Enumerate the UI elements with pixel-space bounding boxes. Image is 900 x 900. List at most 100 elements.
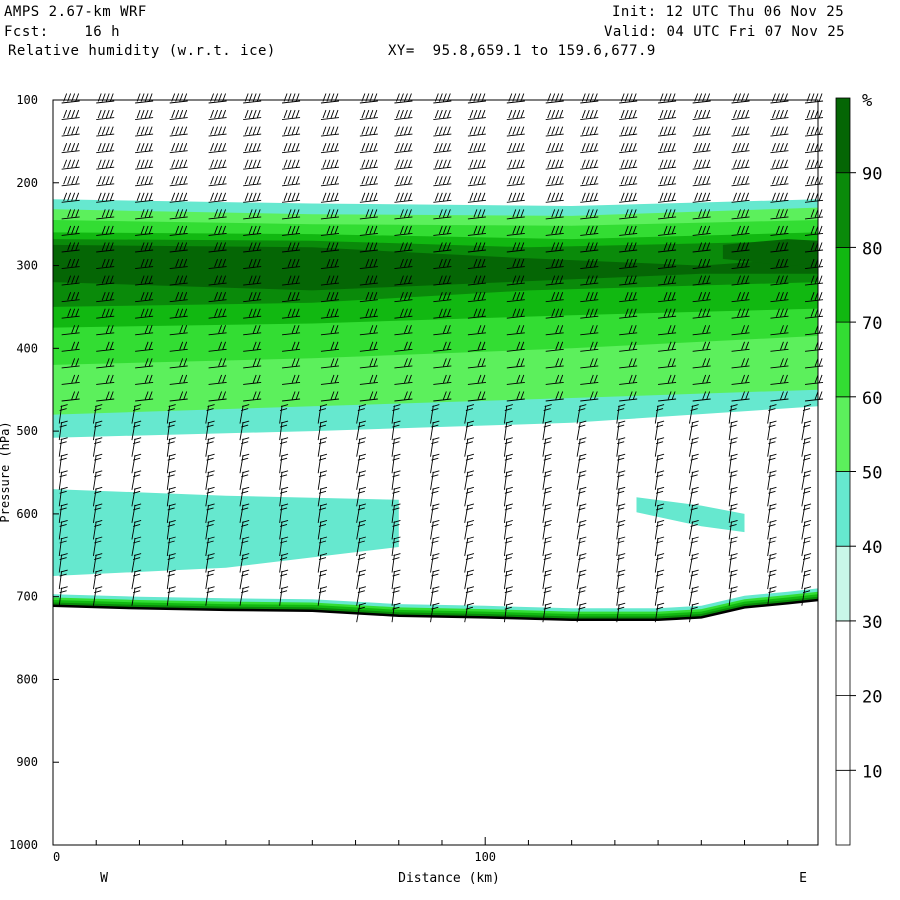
wind-barb: [658, 176, 677, 187]
wind-barb: [135, 143, 154, 154]
wind-barb: [320, 126, 340, 137]
x-axis-label: Distance (km): [398, 871, 500, 886]
wind-barb: [804, 93, 824, 104]
wind-barb: [243, 93, 262, 104]
wind-barb: [689, 536, 699, 557]
wind-barb: [464, 536, 475, 557]
wind-barb: [205, 437, 215, 457]
wind-barb: [464, 437, 475, 457]
wind-barb: [208, 176, 227, 187]
colorbar-segment: [835, 172, 851, 248]
y-tick-label: 300: [16, 259, 38, 273]
wind-barb: [689, 569, 699, 590]
wind-barb: [616, 486, 626, 507]
wind-barb: [616, 420, 626, 441]
wind-barb: [359, 192, 378, 203]
wind-barb: [208, 109, 227, 121]
wind-barb: [356, 437, 366, 457]
wind-barb: [320, 176, 340, 187]
wind-barb: [166, 470, 176, 490]
wind-barb: [731, 93, 750, 104]
wind-barb: [92, 470, 103, 490]
wind-barb: [317, 569, 328, 590]
y-tick-label: 600: [16, 507, 38, 521]
wind-barb: [728, 470, 738, 490]
wind-barb: [58, 470, 68, 490]
wind-barb: [658, 126, 677, 137]
wind-barb: [545, 159, 564, 170]
y-tick-label: 800: [16, 672, 38, 686]
wind-barb: [205, 470, 215, 490]
wind-barb: [542, 520, 552, 540]
wind-barb: [545, 143, 564, 154]
colorbar-label: 50: [862, 464, 882, 484]
wind-barb: [169, 109, 188, 121]
wind-barb: [580, 176, 599, 187]
wind-barb: [770, 176, 789, 187]
wind-barb: [801, 503, 812, 523]
wind-barb: [243, 159, 262, 170]
wind-barb: [731, 143, 750, 154]
wind-barb: [135, 109, 154, 121]
wind-barb: [135, 159, 154, 170]
wind-barb: [96, 126, 115, 137]
wind-barb: [692, 93, 711, 104]
wind-barb: [731, 176, 750, 187]
wind-barb: [96, 143, 115, 154]
colorbar-label: 10: [862, 762, 882, 782]
colorbar-segment: [835, 246, 851, 323]
wind-barb: [503, 453, 513, 474]
wind-barb: [503, 536, 513, 557]
wind-barb: [767, 470, 777, 490]
wind-barb: [433, 126, 452, 137]
wind-barb: [359, 176, 378, 187]
wind-barb: [654, 437, 665, 457]
wind-barb: [467, 109, 486, 121]
wind-barb: [616, 470, 626, 490]
wind-barb: [576, 536, 587, 557]
wind-barb: [169, 126, 188, 137]
wind-barb: [804, 126, 824, 137]
wind-barb: [467, 93, 486, 104]
wind-barb: [728, 536, 738, 557]
wind-barb: [243, 143, 262, 154]
wind-barb: [576, 437, 587, 457]
wind-barb: [728, 437, 738, 457]
wind-barb: [616, 520, 626, 540]
colorbar-segment: [835, 471, 851, 547]
wind-barb: [616, 437, 626, 457]
wind-barb: [96, 109, 115, 121]
wind-barb: [728, 553, 738, 573]
wind-barb: [205, 453, 215, 474]
colorbar-label: 90: [862, 165, 882, 185]
wind-barb: [391, 453, 401, 474]
wind-barb: [770, 93, 789, 104]
colorbar-label: 80: [862, 239, 882, 259]
y-tick-label: 100: [16, 93, 38, 107]
wind-barb: [767, 453, 777, 474]
wind-barb: [804, 176, 824, 187]
wind-barb: [96, 159, 115, 170]
wind-barb: [279, 470, 289, 490]
wind-barb: [545, 109, 564, 121]
wind-barb: [767, 437, 777, 457]
wind-barb: [580, 93, 599, 104]
wind-barb: [619, 159, 638, 170]
wind-barb: [467, 176, 486, 187]
wind-barb: [728, 420, 738, 441]
wind-barb: [654, 453, 665, 474]
wind-barb: [282, 192, 301, 203]
x-end-label-west: W: [100, 871, 108, 886]
wind-barb: [430, 536, 440, 557]
wind-barb: [391, 586, 401, 606]
wind-barb: [243, 109, 262, 121]
wind-barb: [464, 586, 475, 606]
wind-barb: [576, 569, 587, 590]
wind-barb: [282, 109, 301, 121]
wind-barb: [506, 159, 525, 170]
wind-barb: [689, 553, 699, 573]
wind-barb: [576, 553, 587, 573]
wind-barb: [801, 569, 812, 590]
wind-barb: [239, 470, 250, 490]
wind-barb: [580, 159, 599, 170]
